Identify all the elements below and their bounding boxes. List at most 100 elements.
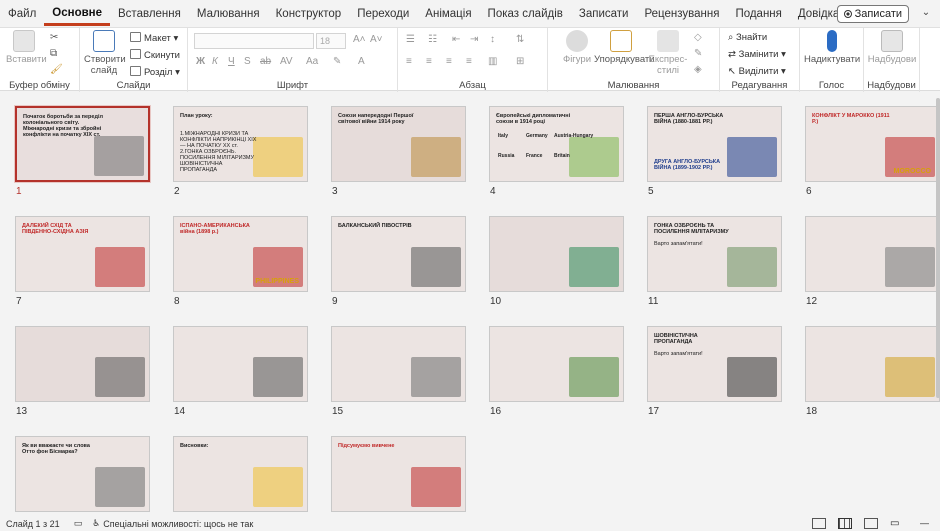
bullets-icon[interactable]: ☰ xyxy=(406,34,415,45)
shadow-icon[interactable]: S xyxy=(244,56,251,67)
dictate-button[interactable]: Надиктувати xyxy=(804,30,860,65)
slide-label: Italy xyxy=(498,133,509,139)
slide-thumbnail-14[interactable] xyxy=(173,326,308,402)
slide-number: 9 xyxy=(332,296,338,307)
slide-thumbnail-5[interactable]: ПЕРША АНГЛО-БУРСЬКА ВІЙНА (1880-1881 РР.… xyxy=(647,106,782,182)
highlight-icon[interactable]: ✎ xyxy=(333,56,341,67)
tab-animations[interactable]: Анімація xyxy=(417,0,479,26)
select-button[interactable]: ↖ Виділити ▾ xyxy=(728,64,786,79)
shapes-label: Фігури xyxy=(562,54,592,65)
normal-view-icon[interactable] xyxy=(812,518,826,529)
outdent-icon[interactable]: ⇥ xyxy=(470,34,478,45)
shape-effects-icon[interactable]: ◈ xyxy=(694,64,702,75)
bold-icon[interactable]: Ж xyxy=(196,56,205,67)
section-label: Розділ xyxy=(144,67,173,78)
addins-group: Надбудови Надбудови xyxy=(864,28,920,92)
align-text-icon[interactable]: ⊞ xyxy=(516,56,524,67)
slide-thumbnail-2[interactable]: План уроку: 1.МІЖНАРОДНІ КРИЗИ ТА КОНФЛІК… xyxy=(173,106,308,182)
align-center-icon[interactable]: ≡ xyxy=(426,56,432,67)
slide-thumbnail-19[interactable]: Як ви вважаєте чи слова Отто фон Бісмарк… xyxy=(15,436,150,512)
tab-insert[interactable]: Вставлення xyxy=(110,0,189,26)
italic-icon[interactable]: К xyxy=(212,56,218,67)
slide-thumbnail-11[interactable]: ГОНКА ОЗБРОЄНЬ ТА ПОСИЛЕННЯ МІЛІТАРИЗМУ В… xyxy=(647,216,782,292)
vertical-scrollbar[interactable] xyxy=(936,98,940,398)
tab-record[interactable]: Записати xyxy=(571,0,637,26)
font-family-field[interactable] xyxy=(194,33,314,49)
tab-home[interactable]: Основне xyxy=(44,0,111,26)
slide-thumbnail-20[interactable]: Висновки: xyxy=(173,436,308,512)
reset-button[interactable]: Скинути xyxy=(130,48,180,63)
indent-icon[interactable]: ⇤ xyxy=(452,34,460,45)
paste-button[interactable]: Вставити xyxy=(6,30,47,65)
tab-design[interactable]: Конструктор xyxy=(268,0,350,26)
strikethrough-icon[interactable]: ab xyxy=(260,56,271,67)
slide-sorter-view-icon[interactable] xyxy=(838,518,852,529)
cut-icon[interactable]: ✂ xyxy=(50,32,58,43)
slide-thumbnail-18[interactable] xyxy=(805,326,940,402)
slide-thumbnail-8[interactable]: ІСПАНО-АМЕРИКАНСЬКА війна (1898 р.) PHILI… xyxy=(173,216,308,292)
slide-image xyxy=(95,247,145,287)
slide-thumbnail-21[interactable]: Підсумуємо вивчене xyxy=(331,436,466,512)
decrease-font-icon[interactable]: A˅ xyxy=(370,34,383,45)
slide-thumbnail-16[interactable] xyxy=(489,326,624,402)
select-icon: ↖ xyxy=(728,66,739,77)
copy-icon[interactable]: ⧉ xyxy=(50,48,57,59)
slide-thumbnail-10[interactable] xyxy=(489,216,624,292)
addins-icon xyxy=(881,30,903,52)
text-direction-icon[interactable]: ⇅ xyxy=(516,34,524,45)
line-spacing-icon[interactable]: ↕ xyxy=(490,34,495,45)
tab-slideshow[interactable]: Показ слайдів xyxy=(480,0,571,26)
slide-thumbnail-7[interactable]: ДАЛЕКИЙ СХІД ТА ПІВДЕННО-СХІДНА АЗІЯ xyxy=(15,216,150,292)
microphone-icon xyxy=(827,30,837,52)
align-left-icon[interactable]: ≡ xyxy=(406,56,412,67)
slide-thumbnail-17[interactable]: ШОВІНІСТИЧНА ПРОПАГАНДА Варто запам'ятати… xyxy=(647,326,782,402)
underline-icon[interactable]: Ч xyxy=(228,56,235,67)
drawing-group: Фігури Упорядкувати Експрес-стилі ◇ ✎ ◈ … xyxy=(548,28,720,92)
ribbon-collapse-icon[interactable]: ⌄ xyxy=(918,7,934,21)
spellcheck-icon[interactable]: ▭ xyxy=(74,518,83,529)
addins-button[interactable]: Надбудови xyxy=(866,30,918,65)
tab-file[interactable]: Файл xyxy=(0,0,44,26)
slide-title: Як ви вважаєте чи слова Отто фон Бісмарк… xyxy=(22,443,90,455)
slide-thumbnail-4[interactable]: Європейські дипломатичні союзи в 1914 ро… xyxy=(489,106,624,182)
align-right-icon[interactable]: ≡ xyxy=(446,56,452,67)
shape-fill-icon[interactable]: ◇ xyxy=(694,32,702,43)
tab-transitions[interactable]: Переходи xyxy=(349,0,417,26)
font-size-field[interactable]: 18 xyxy=(316,33,346,49)
quick-styles-button[interactable]: Експрес-стилі xyxy=(648,30,688,76)
columns-icon[interactable]: ▥ xyxy=(488,56,497,67)
accessibility-status[interactable]: Спеціальні можливості: щось не так xyxy=(103,519,253,529)
layout-button[interactable]: Макет ▾ xyxy=(130,31,178,46)
tab-draw[interactable]: Малювання xyxy=(189,0,268,26)
slide-thumbnail-15[interactable] xyxy=(331,326,466,402)
slide-thumbnail-12[interactable] xyxy=(805,216,940,292)
tab-review[interactable]: Рецензування xyxy=(636,0,727,26)
slide-number: 6 xyxy=(806,186,812,197)
increase-font-icon[interactable]: A˄ xyxy=(353,34,366,45)
slide-thumbnail-13[interactable] xyxy=(15,326,150,402)
font-color-icon[interactable]: A xyxy=(358,56,365,67)
justify-icon[interactable]: ≡ xyxy=(466,56,472,67)
slide-thumbnail-9[interactable]: БАЛКАНСЬКИЙ ПІВОСТРІВ xyxy=(331,216,466,292)
tab-view[interactable]: Подання xyxy=(727,0,789,26)
slideshow-icon[interactable]: ▭ xyxy=(890,518,904,529)
format-painter-icon[interactable]: 🖌 xyxy=(50,64,63,75)
numbering-icon[interactable]: ☷ xyxy=(428,34,437,45)
replace-button[interactable]: ⇄ Замінити ▾ xyxy=(728,47,786,62)
accessibility-icon[interactable]: ♿ xyxy=(92,518,100,529)
slide-thumbnail-1[interactable]: Початок боротьби за переділ колоніальног… xyxy=(15,106,150,182)
arrange-button[interactable]: Упорядкувати xyxy=(594,30,655,65)
zoom-minus-icon[interactable]: — xyxy=(920,518,934,529)
new-slide-button[interactable]: Створити слайд xyxy=(84,30,126,76)
shape-outline-icon[interactable]: ✎ xyxy=(694,48,702,59)
shapes-button[interactable]: Фігури xyxy=(558,30,596,65)
find-button[interactable]: ⌕ Знайти xyxy=(728,30,767,45)
char-spacing-icon[interactable]: AV xyxy=(280,56,293,67)
slide-thumbnail-6[interactable]: КОНФЛІКТ У МАРОККО (1911 Р.) MOROCCO xyxy=(805,106,940,182)
change-case-icon[interactable]: Aa xyxy=(306,56,318,67)
slide-thumbnail-3[interactable]: Союзи напередодні Першої світової війни … xyxy=(331,106,466,182)
reading-view-icon[interactable] xyxy=(864,518,878,529)
slide-number: 15 xyxy=(332,406,344,417)
record-button[interactable]: Записати xyxy=(836,5,909,23)
section-button[interactable]: Розділ ▾ xyxy=(130,65,180,80)
